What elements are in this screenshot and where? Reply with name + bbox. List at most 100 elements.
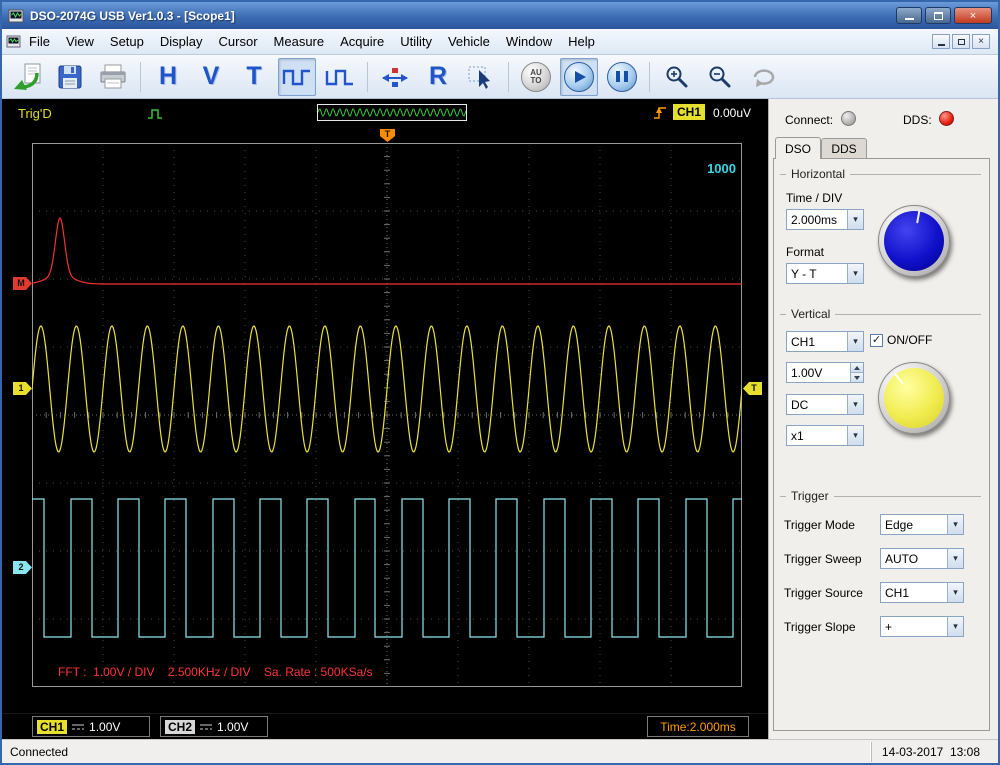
play-icon bbox=[564, 61, 594, 92]
divider bbox=[780, 495, 786, 497]
self-cal-button[interactable] bbox=[744, 58, 782, 96]
print-button[interactable] bbox=[94, 58, 132, 96]
tab-dds[interactable]: DDS bbox=[821, 138, 867, 159]
mdi-close-button[interactable]: × bbox=[972, 34, 990, 49]
menu-display[interactable]: Display bbox=[152, 30, 211, 53]
fft-position-marker[interactable]: M bbox=[13, 277, 32, 290]
close-button[interactable]: × bbox=[954, 7, 992, 24]
auto-text-bottom: TO bbox=[530, 75, 542, 85]
ch2-info-box[interactable]: CH2 1.00V bbox=[160, 716, 268, 737]
group-title-text: Horizontal bbox=[791, 167, 846, 181]
menu-window[interactable]: Window bbox=[498, 30, 560, 53]
check-icon: ✓ bbox=[871, 333, 882, 346]
minimize-icon bbox=[937, 43, 945, 46]
maximize-button[interactable] bbox=[925, 7, 951, 24]
up-arrow-icon bbox=[854, 365, 860, 370]
trigger-slope-select[interactable]: + ▾ bbox=[880, 616, 964, 637]
cursor-button[interactable] bbox=[462, 58, 500, 96]
down-arrow-icon bbox=[854, 375, 860, 380]
waveform-mode2-button[interactable] bbox=[321, 58, 359, 96]
xy-mode-button[interactable] bbox=[376, 58, 414, 96]
ch1-info-box[interactable]: CH1 1.00V bbox=[32, 716, 150, 737]
open-button[interactable] bbox=[8, 58, 46, 96]
horizontal-knob[interactable] bbox=[878, 205, 950, 277]
square-wave-icon bbox=[282, 69, 310, 85]
trigger-position-marker[interactable]: T bbox=[380, 129, 395, 142]
format-value: Y - T bbox=[791, 266, 817, 281]
panel-tabs: DSO DDS bbox=[775, 137, 867, 159]
menu-vehicle[interactable]: Vehicle bbox=[440, 30, 498, 53]
connect-label: Connect: bbox=[785, 113, 834, 127]
coupling-select[interactable]: DC ▾ bbox=[786, 394, 864, 415]
ch1-position-marker[interactable]: 1 bbox=[13, 382, 32, 395]
trigger-slope-value: + bbox=[885, 619, 893, 634]
start-button[interactable] bbox=[560, 57, 598, 96]
menu-acquire[interactable]: Acquire bbox=[332, 30, 392, 53]
trigger-slope-label: Trigger Slope bbox=[784, 620, 856, 634]
channel-select[interactable]: CH1 ▾ bbox=[786, 331, 864, 352]
marker-label: 2 bbox=[18, 562, 24, 572]
chevron-down-icon: ▾ bbox=[847, 395, 863, 414]
waveform-mode-button[interactable] bbox=[278, 57, 316, 96]
spin-up-button[interactable] bbox=[851, 363, 863, 372]
menu-view[interactable]: View bbox=[58, 30, 102, 53]
zoom-out-icon bbox=[709, 66, 731, 87]
vertical-letter-icon: V bbox=[202, 62, 220, 90]
menu-file[interactable]: File bbox=[21, 30, 58, 53]
zoom-out-button[interactable] bbox=[701, 58, 739, 96]
refresh-button[interactable]: R bbox=[419, 58, 457, 96]
chevron-down-icon: ▾ bbox=[947, 617, 963, 636]
format-select[interactable]: Y - T ▾ bbox=[786, 263, 864, 284]
spin-down-button[interactable] bbox=[851, 372, 863, 382]
tab-dso[interactable]: DSO bbox=[775, 137, 821, 159]
vertical-setup-button[interactable]: V bbox=[192, 58, 230, 96]
menu-utility[interactable]: Utility bbox=[392, 30, 440, 53]
dso-tab-page: Horizontal Time / DIV 2.000ms ▾ Format Y… bbox=[773, 158, 990, 731]
timebase-value: Time:2.000ms bbox=[660, 719, 736, 734]
titlebar: DSO-2074G USB Ver1.0.3 - [Scope1] × bbox=[2, 2, 998, 29]
format-label: Format bbox=[786, 245, 825, 259]
status-bar: Connected 14-03-2017 13:08 bbox=[2, 739, 998, 763]
vertical-group-title: Vertical bbox=[780, 307, 981, 321]
time-div-select[interactable]: 2.000ms ▾ bbox=[786, 209, 864, 230]
vertical-knob[interactable] bbox=[878, 362, 950, 434]
pause-bar bbox=[624, 71, 628, 82]
menu-setup[interactable]: Setup bbox=[102, 30, 152, 53]
channel-onoff-checkbox[interactable]: ✓ ON/OFF bbox=[870, 333, 932, 347]
print-icon bbox=[100, 64, 126, 88]
menu-cursor[interactable]: Cursor bbox=[211, 30, 266, 53]
scope-column: Trig'D CH1 0.00uV 1000 FFT : 1.00V / DIV… bbox=[2, 99, 768, 739]
loop-arrow-icon bbox=[753, 68, 775, 87]
save-button[interactable] bbox=[51, 58, 89, 96]
zoom-in-button[interactable] bbox=[658, 58, 696, 96]
ch2-position-marker[interactable]: 2 bbox=[13, 561, 32, 574]
mdi-minimize-button[interactable] bbox=[932, 34, 950, 49]
menu-help[interactable]: Help bbox=[560, 30, 603, 53]
onoff-label: ON/OFF bbox=[887, 333, 933, 347]
trigger-source-badge: CH1 bbox=[673, 104, 706, 120]
record-preview-slider[interactable] bbox=[317, 104, 467, 121]
save-icon bbox=[58, 65, 82, 88]
horizontal-setup-button[interactable]: H bbox=[149, 58, 187, 96]
trigger-mode-select[interactable]: Edge ▾ bbox=[880, 514, 964, 535]
trigger-setup-button[interactable]: T bbox=[235, 58, 273, 96]
auto-set-button[interactable]: AU TO bbox=[517, 58, 555, 96]
trigger-level-marker[interactable]: T bbox=[743, 382, 762, 395]
pause-bar bbox=[616, 71, 620, 82]
chevron-down-icon: ▾ bbox=[947, 549, 963, 568]
trigger-mode-label: Trigger Mode bbox=[784, 518, 855, 532]
chevron-down-icon: ▾ bbox=[847, 264, 863, 283]
control-panel: Connect: DDS: DSO DDS Horizontal Time / … bbox=[768, 99, 998, 739]
mdi-restore-button[interactable] bbox=[952, 34, 970, 49]
trigger-source-select[interactable]: CH1 ▾ bbox=[880, 582, 964, 603]
volts-div-value: 1.00V bbox=[791, 365, 823, 380]
pause-button[interactable] bbox=[603, 58, 641, 96]
trigger-sweep-select[interactable]: AUTO ▾ bbox=[880, 548, 964, 569]
toolbar-separator bbox=[140, 61, 141, 92]
probe-select[interactable]: x1 ▾ bbox=[786, 425, 864, 446]
menu-measure[interactable]: Measure bbox=[266, 30, 333, 53]
minimize-button[interactable] bbox=[896, 7, 922, 24]
trigger-sweep-value: AUTO bbox=[885, 551, 919, 566]
channel-value: CH1 bbox=[791, 334, 816, 349]
volts-div-stepper[interactable]: 1.00V bbox=[786, 362, 864, 383]
